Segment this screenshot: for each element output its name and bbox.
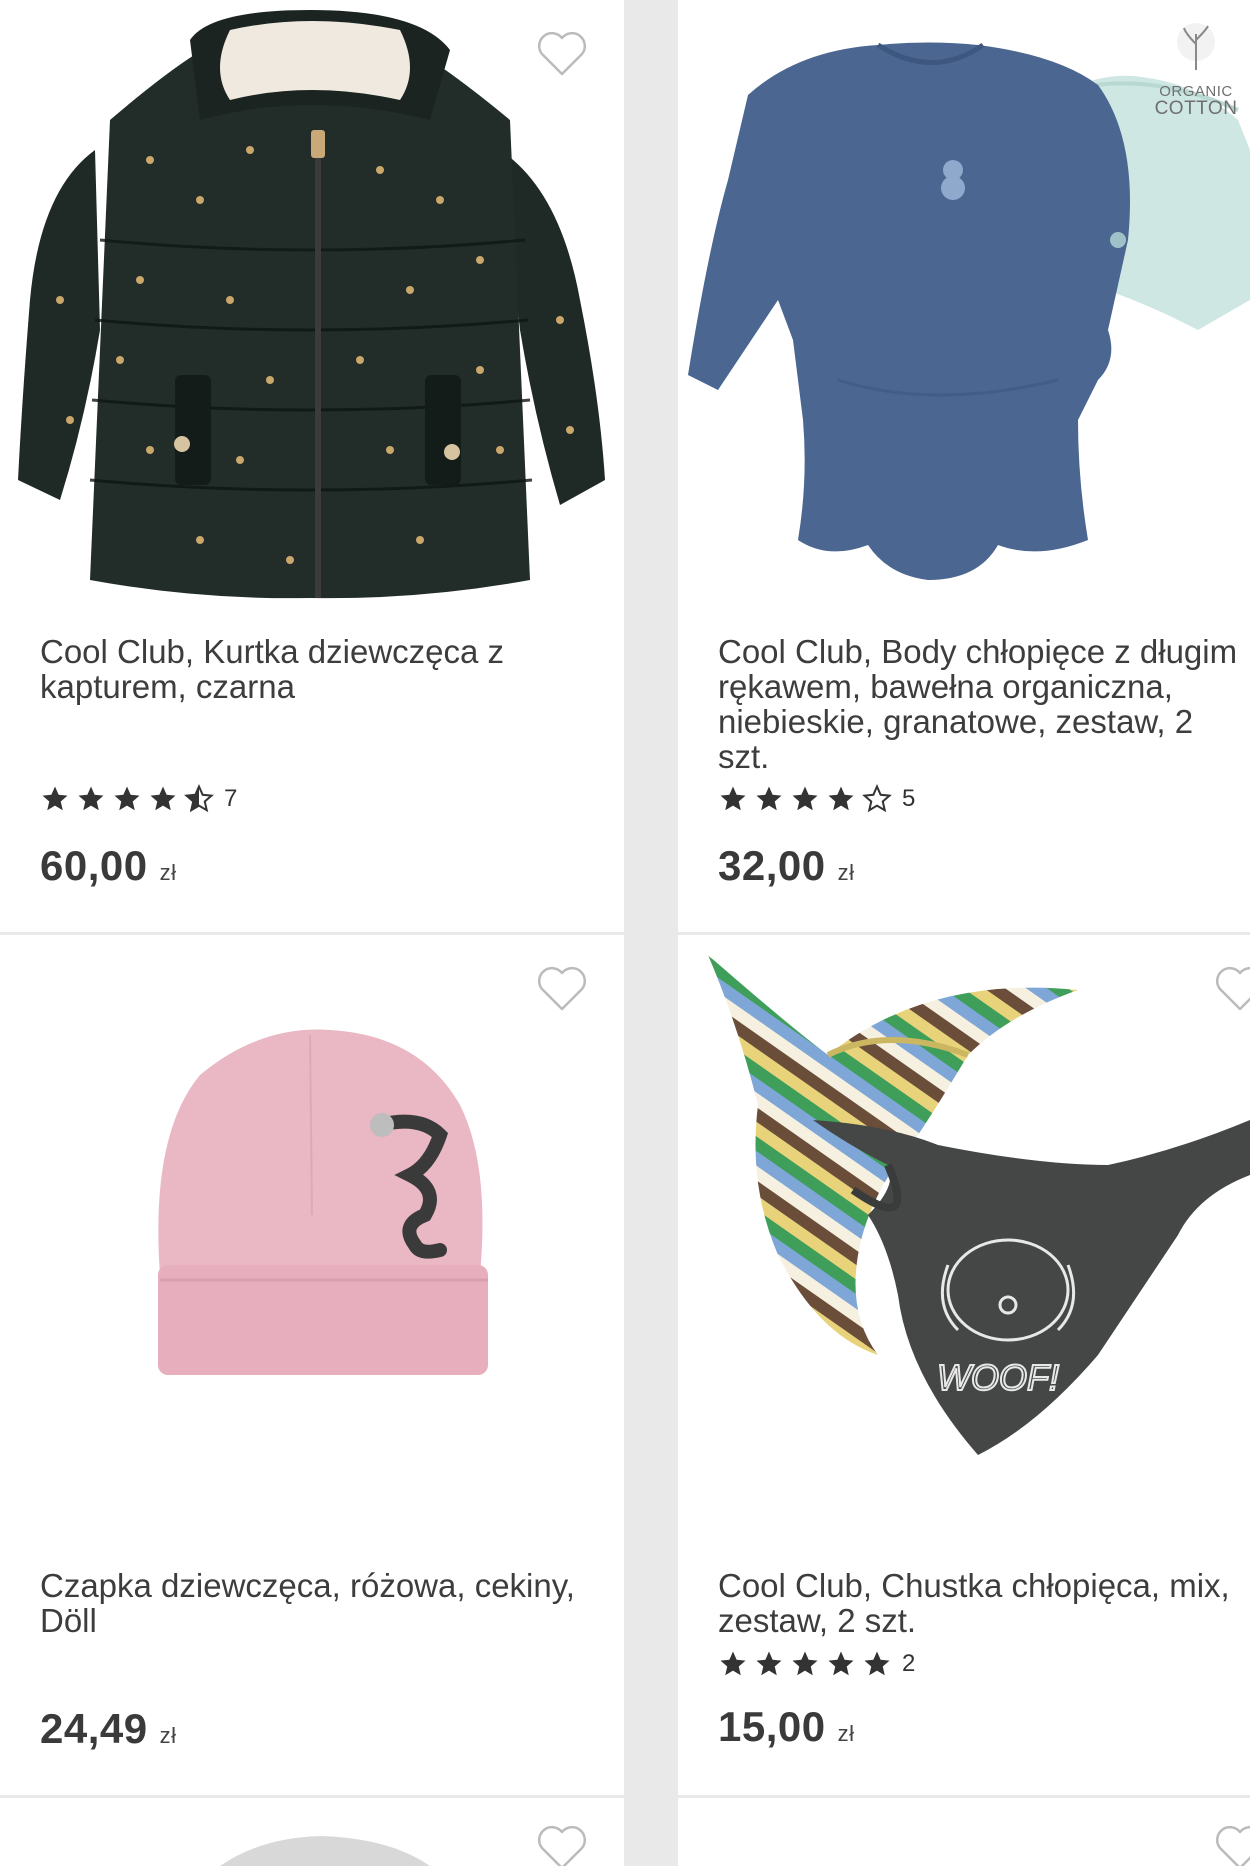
product-title[interactable]: Cool Club, Kurtka dziewczęca z kapturem,…: [40, 634, 600, 704]
star-full-icon: [754, 1649, 784, 1679]
product-image[interactable]: WOOF!: [678, 935, 1250, 1555]
star-full-icon: [148, 784, 178, 814]
heart-icon[interactable]: [536, 30, 588, 78]
puffer-jacket-image: [18, 10, 605, 599]
price-currency: zł: [837, 1721, 855, 1746]
price-value: 32,00: [718, 842, 826, 889]
review-count: 7: [224, 785, 238, 812]
product-rating: 2: [718, 1647, 915, 1681]
product-rating: 5: [718, 782, 915, 816]
pink-beanie-image: [158, 1029, 488, 1375]
star-full-icon: [826, 1649, 856, 1679]
product-card[interactable]: Czapka dziewczęca, różowa, cekiny, Döll …: [0, 935, 624, 1795]
product-price: 32,00 zł: [718, 842, 855, 890]
price-currency: zł: [159, 1723, 177, 1748]
product-image[interactable]: [0, 0, 624, 620]
product-card[interactable]: [0, 1798, 624, 1866]
product-price: 15,00 zł: [718, 1703, 855, 1751]
price-value: 15,00: [718, 1703, 826, 1750]
star-full-icon: [112, 784, 142, 814]
star-full-icon: [862, 1649, 892, 1679]
price-currency: zł: [159, 860, 177, 885]
heart-icon[interactable]: [536, 1824, 588, 1866]
star-full-icon: [790, 784, 820, 814]
review-count: 5: [902, 785, 916, 812]
bandana-print-text: WOOF!: [937, 1357, 1059, 1398]
heart-icon[interactable]: [1214, 965, 1250, 1013]
product-image[interactable]: [0, 1798, 624, 1866]
rating-stars: [40, 784, 214, 814]
product-title[interactable]: Czapka dziewczęca, różowa, cekiny, Döll: [40, 1568, 600, 1638]
rating-stars: [718, 1649, 892, 1679]
star-full-icon: [40, 784, 70, 814]
star-full-icon: [718, 1649, 748, 1679]
product-price: 60,00 zł: [40, 842, 177, 890]
heart-icon[interactable]: [1214, 1824, 1250, 1866]
rating-stars: [718, 784, 892, 814]
star-full-icon: [790, 1649, 820, 1679]
bandana-set-image: WOOF!: [708, 955, 1250, 1455]
price-value: 24,49: [40, 1705, 148, 1752]
plant-icon: [1177, 23, 1215, 70]
star-half-icon: [184, 784, 214, 814]
star-full-icon: [718, 784, 748, 814]
heart-icon[interactable]: [536, 965, 588, 1013]
price-currency: zł: [837, 860, 855, 885]
product-rating: 7: [40, 782, 237, 816]
product-card[interactable]: ORGANIC COTTON Cool Club, Body chłopięce…: [678, 0, 1250, 932]
organic-cotton-badge: ORGANIC COTTON: [1154, 20, 1238, 120]
product-card[interactable]: Cool Club, Kurtka dziewczęca z kapturem,…: [0, 0, 624, 932]
product-card[interactable]: [678, 1798, 1250, 1866]
product-image[interactable]: [0, 935, 624, 1555]
star-full-icon: [826, 784, 856, 814]
product-title[interactable]: Cool Club, Chustka chłopięca, mix, zesta…: [718, 1568, 1238, 1638]
price-value: 60,00: [40, 842, 148, 889]
product-card[interactable]: WOOF! Cool Club, Chustka chłopięca, mix,…: [678, 935, 1250, 1795]
product-price: 24,49 zł: [40, 1705, 177, 1753]
badge-line-2: COTTON: [1154, 98, 1238, 119]
product-title[interactable]: Cool Club, Body chłopięce z długim rękaw…: [718, 634, 1238, 774]
review-count: 2: [902, 1650, 916, 1677]
star-full-icon: [76, 784, 106, 814]
star-full-icon: [754, 784, 784, 814]
star-empty-icon: [862, 784, 892, 814]
